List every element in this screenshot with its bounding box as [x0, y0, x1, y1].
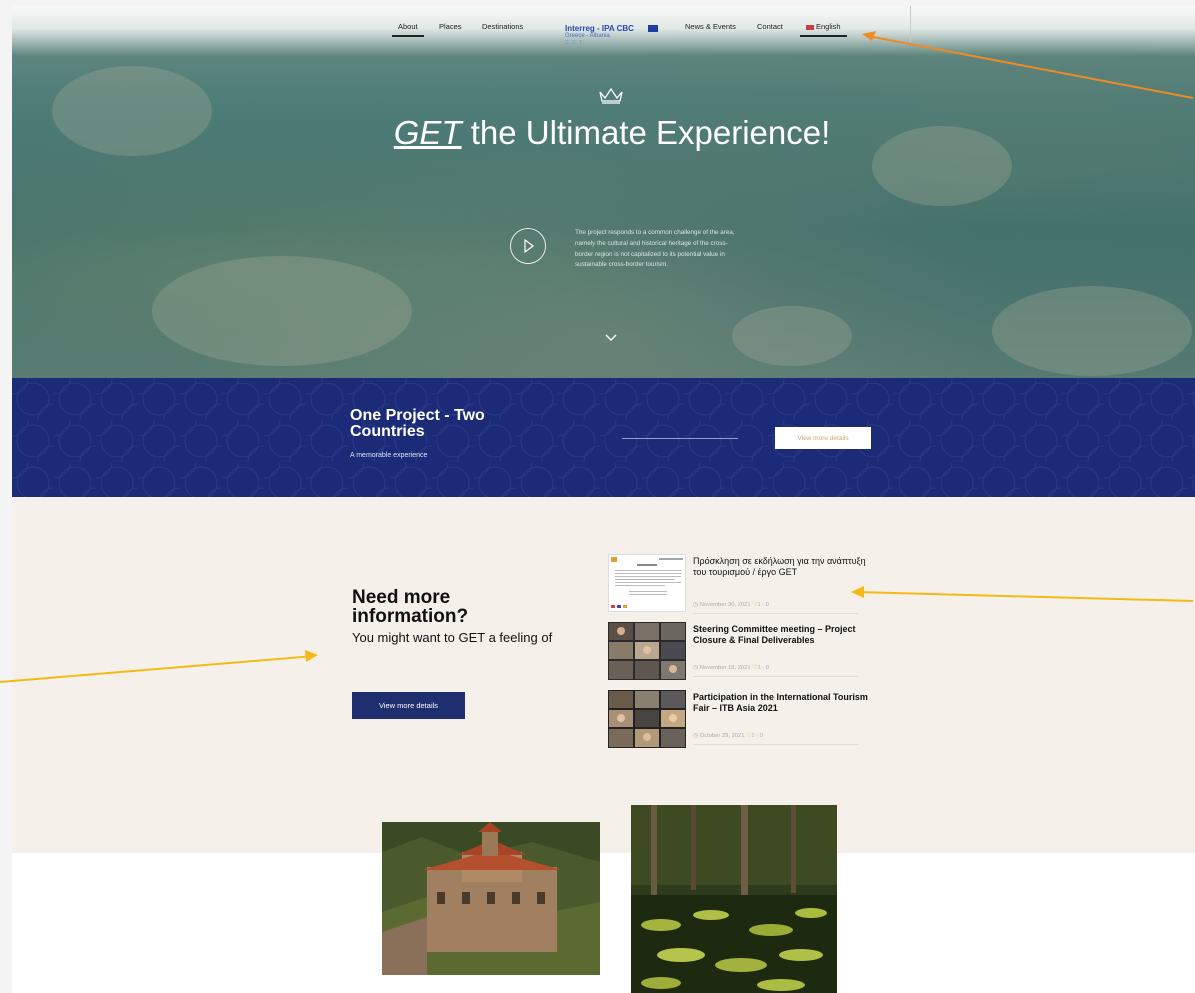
arrowhead-icon: [851, 586, 864, 598]
annotation-overlay: [0, 31, 1194, 683]
annotation-arrow-info: [0, 655, 315, 683]
arrowhead-icon: [305, 650, 318, 662]
annotation-arrow-nav: [867, 35, 1194, 99]
arrowhead-icon: [862, 31, 876, 41]
annotation-arrow-news: [854, 591, 1194, 602]
